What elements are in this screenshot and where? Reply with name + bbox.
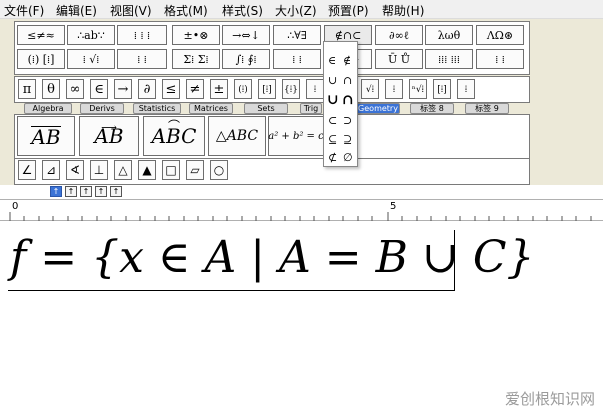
- pi-button[interactable]: π: [18, 79, 36, 99]
- tab-derivs[interactable]: Derivs: [80, 103, 124, 114]
- underbar-templates-button[interactable]: ⁞ ⁞: [273, 49, 321, 69]
- not-equal-button[interactable]: ≠: [186, 79, 204, 99]
- tab-trig[interactable]: Trig: [300, 103, 322, 114]
- not-element-of-symbol[interactable]: ∉: [343, 54, 351, 67]
- partial-button[interactable]: ∂: [138, 79, 156, 99]
- superset-equal-symbol[interactable]: ⊇: [343, 133, 352, 146]
- union-symbol[interactable]: ∪: [328, 74, 337, 87]
- matrix-small-button[interactable]: [⁞]: [433, 79, 451, 99]
- menu-help[interactable]: 帮助(H): [382, 2, 424, 19]
- tab-sets[interactable]: Sets: [244, 103, 288, 114]
- filled-triangle-icon[interactable]: ▲: [138, 160, 156, 180]
- relations-palette-button[interactable]: ≤≠≈: [17, 25, 65, 45]
- menu-format[interactable]: 格式(M): [164, 2, 208, 19]
- tab-matrices[interactable]: Matrices: [189, 103, 233, 114]
- brackets-button[interactable]: [⁞]: [258, 79, 276, 99]
- subscript-templates-button[interactable]: ⁞ ⁞: [117, 49, 167, 69]
- align-bottom-button[interactable]: ↑: [80, 186, 92, 197]
- fraction-radical-templates-button[interactable]: ⁞ √⁞: [67, 49, 115, 69]
- circle-icon[interactable]: ○: [210, 160, 228, 180]
- triangle-icon[interactable]: △: [114, 160, 132, 180]
- tab-9[interactable]: 标签 9: [465, 103, 509, 114]
- menu-style[interactable]: 样式(S): [222, 2, 263, 19]
- fence-templates-button[interactable]: (⁞) [⁞]: [17, 49, 65, 69]
- triangle-abc-template[interactable]: △ABC: [208, 116, 266, 156]
- ruler-label-5: 5: [390, 201, 397, 212]
- superscript-button[interactable]: √⁞: [361, 79, 379, 99]
- subset-symbol[interactable]: ⊂: [328, 114, 337, 127]
- tab-algebra[interactable]: Algebra: [24, 103, 72, 114]
- not-subset-symbol[interactable]: ⊄: [328, 151, 337, 164]
- menu-view[interactable]: 视图(V): [110, 2, 152, 19]
- spherical-angle-icon[interactable]: ∢: [66, 160, 84, 180]
- ruler[interactable]: 0 5: [0, 199, 603, 221]
- segment-ab-template[interactable]: AB: [17, 116, 75, 156]
- big-union-symbol[interactable]: ∪: [327, 92, 339, 108]
- plus-minus-button[interactable]: ±: [210, 79, 228, 99]
- right-triangle-icon[interactable]: ⊿: [42, 160, 60, 180]
- equation-toolbar: ≤≠≈ ∴ab∵ ⁞ ⁞ ⁞ ±•⊗ →⇔↓ ∴∀∃ ∉ ∩ ⊂ ∂∞ℓ λωθ Λ…: [0, 19, 603, 185]
- arc-abc-template[interactable]: ⌒ ABC: [143, 116, 205, 156]
- set-theory-dropdown: ∈ ∉ ∪ ∩ ∪ ∩ ⊂ ⊃ ⊆ ⊇ ⊄ ∅: [323, 41, 358, 167]
- element-of-symbol[interactable]: ∈: [328, 54, 336, 67]
- pythagorean-template[interactable]: a² + b² = c: [268, 116, 324, 156]
- infinity-button[interactable]: ∞: [66, 79, 84, 99]
- menu-edit[interactable]: 编辑(E): [56, 2, 97, 19]
- ruler-label-0: 0: [12, 201, 19, 212]
- parallelogram-icon[interactable]: ▱: [186, 160, 204, 180]
- tab-geometry[interactable]: Geometry: [356, 103, 400, 114]
- tab-8[interactable]: 标签 8: [410, 103, 454, 114]
- big-intersection-symbol[interactable]: ∩: [342, 92, 354, 108]
- align-top-button[interactable]: ↑: [50, 186, 62, 197]
- menu-preferences[interactable]: 预置(P): [328, 2, 369, 19]
- nth-root-button[interactable]: ⁿ√⁞: [409, 79, 427, 99]
- parentheses-button[interactable]: (⁞): [234, 79, 252, 99]
- square-icon[interactable]: □: [162, 160, 180, 180]
- element-of-button[interactable]: ∈: [90, 79, 108, 99]
- misc-symbols-palette-button[interactable]: ∂∞ℓ: [375, 25, 423, 45]
- operators-palette-button[interactable]: ±•⊗: [172, 25, 220, 45]
- vector-ab-template[interactable]: ⟶ AB: [79, 116, 139, 156]
- braces-button[interactable]: {⁞}: [282, 79, 300, 99]
- matrix-templates-button[interactable]: ⁞⁞⁞ ⁞⁞⁞: [425, 49, 473, 69]
- arc-over-icon: ⌒: [167, 119, 180, 133]
- align-center-button[interactable]: ↑: [65, 186, 77, 197]
- integral-templates-button[interactable]: ∫⁞ ∮⁞: [222, 49, 270, 69]
- tab-statistics[interactable]: Statistics: [133, 103, 181, 114]
- alignment-toolbar: ↑ ↑ ↑ ↑ ↑: [0, 185, 603, 199]
- subset-equal-symbol[interactable]: ⊆: [328, 133, 337, 146]
- spaces-ellipses-palette-button[interactable]: ∴ab∵: [67, 25, 115, 45]
- empty-set-symbol[interactable]: ∅: [343, 151, 353, 164]
- equation-editor[interactable]: f = {x ∈ A | A = B ∪ C} 爱创根知识网: [0, 222, 603, 415]
- watermark-text: 爱创根知识网: [504, 390, 595, 408]
- perpendicular-icon[interactable]: ⊥: [90, 160, 108, 180]
- menu-bar: 文件(F) 编辑(E) 视图(V) 格式(M) 样式(S) 大小(Z) 预置(P…: [0, 0, 603, 19]
- theta-button[interactable]: θ: [42, 79, 60, 99]
- greek-upper-palette-button[interactable]: ΛΩ⊛: [476, 25, 524, 45]
- arrow-over-icon: ⟶: [101, 121, 117, 134]
- intersection-symbol[interactable]: ∩: [343, 74, 352, 87]
- right-arrow-button[interactable]: →: [114, 79, 132, 99]
- align-left-button[interactable]: ↑: [95, 186, 107, 197]
- less-equal-button[interactable]: ≤: [162, 79, 180, 99]
- products-templates-button[interactable]: Ū Ů: [375, 49, 423, 69]
- superset-symbol[interactable]: ⊃: [343, 114, 352, 127]
- vector-small-button[interactable]: ⁞: [457, 79, 475, 99]
- equation-text[interactable]: f = {x ∈ A | A = B ∪ C}: [10, 232, 535, 284]
- arrows-palette-button[interactable]: →⇔↓: [222, 25, 270, 45]
- align-right-button[interactable]: ↑: [110, 186, 122, 197]
- greek-lower-palette-button[interactable]: λωθ: [425, 25, 473, 45]
- fraction-button[interactable]: ⁞: [306, 79, 324, 99]
- angle-icon[interactable]: ∠: [18, 160, 36, 180]
- ruler-ticks: [9, 212, 592, 221]
- logical-palette-button[interactable]: ∴∀∃: [273, 25, 321, 45]
- menu-file[interactable]: 文件(F): [4, 2, 44, 19]
- box-templates-button[interactable]: ⁞ ⁞: [476, 49, 524, 69]
- summation-templates-button[interactable]: Σ⁞ Σ⁞: [172, 49, 220, 69]
- subscript-button[interactable]: ⁞: [385, 79, 403, 99]
- menu-size[interactable]: 大小(Z): [275, 2, 317, 19]
- embellishments-palette-button[interactable]: ⁞ ⁞ ⁞: [117, 25, 167, 45]
